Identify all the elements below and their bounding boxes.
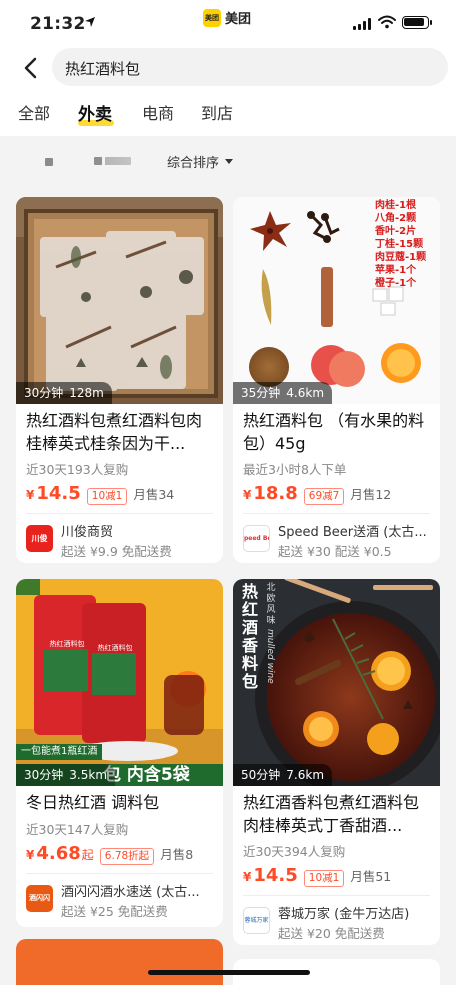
delivery-info: 30分钟 3.5km: [16, 764, 116, 786]
product-title: 热红酒香料包煮红酒料包肉桂棒英式丁香甜酒...: [243, 793, 420, 835]
product-image: [16, 939, 223, 985]
sort-dropdown[interactable]: 综合排序: [167, 152, 234, 171]
image-english-text: mulled wine: [265, 629, 275, 684]
chevron-left-icon: [24, 57, 37, 79]
shop-delivery-meta: 起送 ¥30 配送 ¥0.5: [278, 544, 392, 559]
product-card[interactable]: 热 红 酒 香 料 包 北 欧 风 味 mulled wine 50分钟 7.6k…: [233, 579, 440, 945]
home-indicator[interactable]: [148, 970, 310, 975]
ingredient-list: 肉桂-1根 八角-2颗 香叶-2片 丁桂-15颗 肉豆蔻-1颗 苹果-1个 橙子…: [375, 200, 427, 289]
divider: [243, 513, 430, 514]
price-row: ¥ 4.68 起 6.78折起 月售8: [26, 843, 193, 865]
monthly-sales: 月售8: [160, 847, 194, 862]
divider: [26, 513, 213, 514]
price-row: ¥ 14.5 10减1 月售51: [243, 865, 391, 887]
currency-symbol: ¥: [243, 870, 252, 884]
product-title: 热红酒料包 （有水果的料包）45g: [243, 411, 425, 453]
spice-pack-photo: [16, 197, 223, 404]
blurred-filter-option[interactable]: [45, 158, 53, 166]
product-image: 热 红 酒 香 料 包 北 欧 风 味 mulled wine 50分钟 7.6k…: [233, 579, 440, 786]
shop-name[interactable]: 川俊商贸: [61, 521, 213, 540]
product-stat: 最近3小时8人下单: [243, 462, 347, 477]
caret-down-icon: [225, 159, 234, 164]
shop-logo: 酒闪闪: [26, 885, 53, 912]
divider: [243, 895, 430, 896]
delivery-info: 30分钟 128m: [16, 382, 112, 404]
meituan-logo-icon: 美团: [203, 8, 221, 27]
product-image: 30分钟 128m: [16, 197, 223, 404]
image-sub-vertical: 北 欧 风 味: [266, 583, 276, 626]
monthly-sales: 月售51: [350, 869, 392, 884]
promo-badge: 10减1: [303, 870, 345, 887]
product-stat: 近30天193人复购: [26, 462, 129, 477]
shop-logo: peed Bee: [243, 525, 270, 552]
promo-badge: 69减7: [303, 488, 345, 505]
product-image: 肉桂-1根 八角-2颗 香叶-2片 丁桂-15颗 肉豆蔻-1颗 苹果-1个 橙子…: [233, 197, 440, 404]
category-tabs: 全部 外卖 电商 到店: [0, 90, 456, 136]
promo-badge: 10减1: [86, 488, 128, 505]
shop-delivery-meta: 起送 ¥9.9 免配送费: [61, 544, 172, 559]
divider: [26, 873, 213, 874]
status-time: 21:32: [30, 14, 86, 34]
shop-delivery-meta: 起送 ¥20 免配送费: [278, 926, 385, 941]
shop-name[interactable]: 蓉城万家 (金牛万达店): [278, 903, 430, 922]
product-card[interactable]: 热红酒料包 热红酒料包 一包能煮1瓶红酒 包 内含5袋 30分钟 3.5km 冬日…: [16, 579, 223, 927]
sort-label: 综合排序: [167, 156, 220, 171]
product-stat: 近30天394人复购: [243, 844, 346, 859]
wifi-icon: [378, 15, 396, 29]
tab-ecommerce[interactable]: 电商: [142, 100, 174, 124]
shop-name[interactable]: Speed Beer送酒 (太古...: [278, 521, 430, 540]
price-row: ¥ 18.8 69减7 月售12: [243, 483, 391, 505]
price: 18.8: [253, 483, 298, 504]
product-image: 热红酒料包 热红酒料包 一包能煮1瓶红酒 包 内含5袋 30分钟 3.5km: [16, 579, 223, 786]
currency-symbol: ¥: [243, 488, 252, 502]
bag-label: 热红酒料包: [49, 640, 85, 648]
cellular-signal-icon: [353, 18, 371, 30]
bag-label: 热红酒料包: [97, 644, 133, 652]
price: 4.68: [36, 843, 81, 864]
product-stat: 近30天147人复购: [26, 822, 129, 837]
product-card[interactable]: 肉桂-1根 八角-2颗 香叶-2片 丁桂-15颗 肉豆蔻-1颗 苹果-1个 橙子…: [233, 197, 440, 563]
app-name: 美团: [225, 12, 252, 27]
status-bar: 21:32 美团 美团: [0, 0, 456, 46]
product-title: 热红酒料包煮红酒料包肉桂棒英式桂条因为干...: [26, 411, 203, 453]
product-card[interactable]: [16, 939, 223, 985]
monthly-sales: 月售12: [350, 487, 392, 502]
promo-badge: 6.78折起: [99, 848, 155, 865]
price: 14.5: [36, 483, 81, 504]
shop-logo: 蓉城万家: [243, 907, 270, 934]
price-suffix: 起: [81, 848, 94, 862]
delivery-info: 50分钟 7.6km: [233, 764, 333, 786]
filter-row: 综合排序: [0, 136, 456, 186]
delivery-info: 35分钟 4.6km: [233, 382, 333, 404]
battery-icon: [402, 16, 432, 29]
shop-delivery-meta: 起送 ¥25 免配送费: [61, 904, 168, 919]
app-badge: 美团 美团: [203, 8, 251, 27]
product-card[interactable]: 30分钟 128m 热红酒料包煮红酒料包肉桂棒英式桂条因为干... 近30天193…: [16, 197, 223, 563]
tab-in-store[interactable]: 到店: [201, 100, 233, 124]
back-button[interactable]: [16, 54, 44, 82]
currency-symbol: ¥: [26, 848, 35, 862]
tab-all[interactable]: 全部: [18, 100, 50, 124]
price-row: ¥ 14.5 10减1 月售34: [26, 483, 174, 505]
blurred-filter-option[interactable]: [94, 157, 131, 165]
image-vertical-title: 热 红 酒 香 料 包: [241, 582, 258, 691]
location-arrow-icon: [85, 17, 95, 27]
search-query: 热红酒料包: [65, 60, 141, 78]
price: 14.5: [253, 865, 298, 886]
currency-symbol: ¥: [26, 488, 35, 502]
product-title: 冬日热红酒 调料包: [26, 793, 160, 812]
image-caption: 包 内含5袋: [104, 765, 190, 785]
tab-takeout[interactable]: 外卖: [78, 100, 112, 125]
search-input[interactable]: 热红酒料包: [52, 48, 448, 86]
monthly-sales: 月售34: [133, 487, 175, 502]
image-banner: 一包能煮1瓶红酒: [16, 744, 103, 760]
shop-name[interactable]: 酒闪闪酒水速送 (太古...: [61, 881, 213, 900]
search-row: 热红酒料包: [0, 46, 456, 90]
shop-logo: 川俊: [26, 525, 53, 552]
